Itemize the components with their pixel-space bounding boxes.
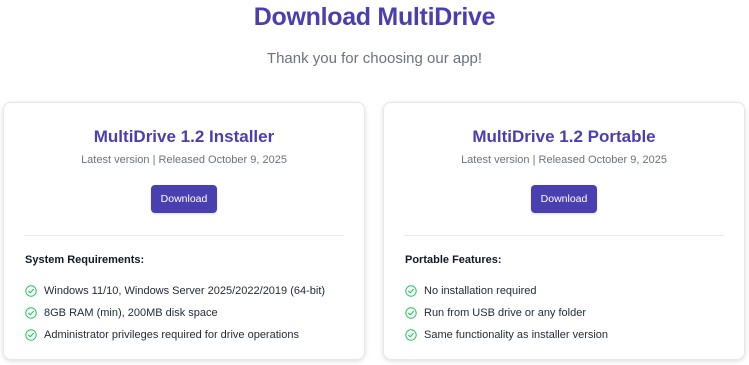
installer-card-title: MultiDrive 1.2 Installer [93, 127, 275, 146]
check-circle-icon [25, 329, 37, 341]
system-requirements-heading: System Requirements: [25, 254, 145, 266]
installer-download-button[interactable]: Download [151, 185, 217, 213]
installer-card: MultiDrive 1.2 Installer Latest version … [3, 102, 365, 360]
list-item: Run from USB drive or any folder [405, 302, 608, 324]
requirement-text: Windows 11/10, Windows Server 2025/2022/… [44, 285, 326, 297]
list-item: Windows 11/10, Windows Server 2025/2022/… [25, 280, 325, 302]
feature-text: No installation required [424, 285, 537, 297]
requirement-text: 8GB RAM (min), 200MB disk space [44, 307, 218, 319]
installer-divider [24, 235, 344, 236]
check-circle-icon [405, 285, 417, 297]
system-requirements-list: Windows 11/10, Windows Server 2025/2022/… [25, 280, 325, 346]
page-subtitle: Thank you for choosing our app! [266, 50, 483, 67]
check-circle-icon [25, 285, 37, 297]
download-page: Download MultiDrive Thank you for choosi… [0, 0, 749, 365]
list-item: Administrator privileges required for dr… [25, 324, 325, 346]
check-circle-icon [405, 307, 417, 319]
requirement-text: Administrator privileges required for dr… [44, 329, 299, 341]
installer-release-info: Latest version | Released October 9, 202… [81, 154, 287, 166]
page-title: Download MultiDrive [253, 3, 496, 31]
portable-download-button[interactable]: Download [531, 185, 597, 213]
check-circle-icon [405, 329, 417, 341]
portable-card-title: MultiDrive 1.2 Portable [472, 127, 656, 146]
portable-release-info: Latest version | Released October 9, 202… [461, 154, 667, 166]
portable-features-heading: Portable Features: [405, 254, 502, 266]
list-item: Same functionality as installer version [405, 324, 608, 346]
list-item: No installation required [405, 280, 608, 302]
list-item: 8GB RAM (min), 200MB disk space [25, 302, 325, 324]
feature-text: Same functionality as installer version [424, 329, 609, 341]
portable-card: MultiDrive 1.2 Portable Latest version |… [383, 102, 745, 360]
portable-divider [404, 235, 724, 236]
portable-features-list: No installation required Run from USB dr… [405, 280, 608, 346]
feature-text: Run from USB drive or any folder [424, 307, 587, 319]
check-circle-icon [25, 307, 37, 319]
